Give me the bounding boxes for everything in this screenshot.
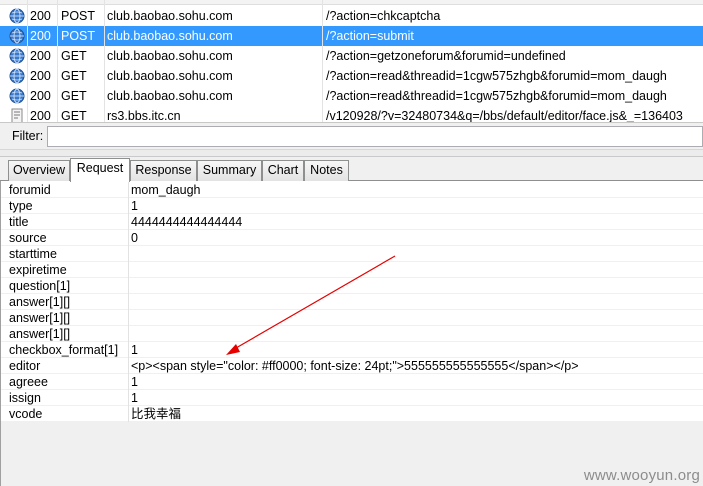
column-separator xyxy=(322,0,323,122)
param-key: answer[1][] xyxy=(9,311,71,325)
param-row[interactable]: expiretime xyxy=(1,262,703,278)
column-separator xyxy=(27,0,28,122)
param-row[interactable]: editor <p><span style="color: #ff0000; fo… xyxy=(1,358,703,374)
request-method: POST xyxy=(61,29,96,43)
param-key: expiretime xyxy=(9,263,67,277)
request-row[interactable]: 200 POST club.baobao.sohu.com /?action=subm… xyxy=(0,26,703,46)
param-value: 4444444444444444 xyxy=(131,215,243,229)
request-method: GET xyxy=(61,49,87,63)
param-value: 比我幸福 xyxy=(131,407,182,421)
list-top-edge xyxy=(0,0,703,5)
request-method: GET xyxy=(61,89,87,103)
tab-request[interactable]: Request xyxy=(70,158,130,182)
tab-overview[interactable]: Overview xyxy=(8,160,70,181)
filter-label: Filter: xyxy=(12,129,44,143)
request-path: /v120928/?v=32480734&q=/bbs/default/edit… xyxy=(326,109,683,123)
param-row[interactable]: issign 1 xyxy=(1,390,703,406)
column-separator xyxy=(57,0,58,122)
param-value: 1 xyxy=(131,391,138,405)
request-status: 200 xyxy=(30,69,51,83)
tab-notes[interactable]: Notes xyxy=(304,160,349,181)
tab-summary[interactable]: Summary xyxy=(197,160,262,181)
param-key: title xyxy=(9,215,29,229)
globe-icon xyxy=(9,88,25,104)
globe-icon xyxy=(9,8,25,24)
request-status: 200 xyxy=(30,29,51,43)
param-key: type xyxy=(9,199,33,213)
param-row[interactable]: vcode 比我幸福 xyxy=(1,406,703,422)
tab-chart[interactable]: Chart xyxy=(262,160,304,181)
tab-response[interactable]: Response xyxy=(130,160,197,181)
param-value: 1 xyxy=(131,375,138,389)
request-method: GET xyxy=(61,69,87,83)
request-status: 200 xyxy=(30,49,51,63)
request-row[interactable]: 200 GET rs3.bbs.itc.cn/v120928/?v=32480734… xyxy=(0,106,703,123)
param-row[interactable]: source 0 xyxy=(1,230,703,246)
watermark: www.wooyun.org xyxy=(583,467,700,484)
request-path: /?action=read&threadid=1cgw575zhgb&forum… xyxy=(326,69,667,83)
request-path: /?action=getzoneforum&forumid=undefined xyxy=(326,49,566,63)
param-row[interactable]: question[1] xyxy=(1,278,703,294)
param-row[interactable]: answer[1][] xyxy=(1,310,703,326)
param-key: answer[1][] xyxy=(9,327,71,341)
request-host: club.baobao.sohu.com xyxy=(107,9,233,23)
param-key: answer[1][] xyxy=(9,295,71,309)
param-key: forumid xyxy=(9,183,51,197)
globe-icon xyxy=(9,68,25,84)
param-key: issign xyxy=(9,391,41,405)
request-path: /?action=read&threadid=1cgw575zhgb&forum… xyxy=(326,89,667,103)
param-key: agreee xyxy=(9,375,48,389)
request-host: club.baobao.sohu.com xyxy=(107,69,233,83)
param-value: mom_daugh xyxy=(131,183,201,197)
request-host: club.baobao.sohu.com xyxy=(107,29,233,43)
param-value: 1 xyxy=(131,343,138,357)
param-key: question[1] xyxy=(9,279,71,293)
request-status: 200 xyxy=(30,9,51,23)
script-icon xyxy=(9,108,25,122)
param-row[interactable]: answer[1][] xyxy=(1,326,703,342)
request-path: /?action=chkcaptcha xyxy=(326,9,441,23)
param-row[interactable]: title 4444444444444444 xyxy=(1,214,703,230)
filter-input[interactable] xyxy=(47,126,703,147)
filter-bar: Filter: xyxy=(0,123,703,150)
pane-splitter[interactable] xyxy=(0,150,703,157)
tab-strip: Overview Request Response Summary Chart … xyxy=(0,157,703,182)
param-row[interactable]: answer[1][] xyxy=(1,294,703,310)
param-key: editor xyxy=(9,359,41,373)
request-row[interactable]: 200 GET club.baobao.sohu.com /?action=getzo… xyxy=(0,46,703,66)
request-host: rs3.bbs.itc.cn xyxy=(107,109,181,123)
request-host: club.baobao.sohu.com xyxy=(107,49,233,63)
request-row[interactable]: 200 POST club.baobao.sohu.com /?action=chkc… xyxy=(0,6,703,26)
request-status: 200 xyxy=(30,89,51,103)
request-method: POST xyxy=(61,9,96,23)
param-row[interactable]: agreee 1 xyxy=(1,374,703,390)
request-row[interactable]: 200 GET club.baobao.sohu.com /?action=read&… xyxy=(0,86,703,106)
param-value: <p><span style="color: #ff0000; font-siz… xyxy=(131,359,579,373)
param-key: starttime xyxy=(9,247,57,261)
request-row[interactable]: 200 GET club.baobao.sohu.com /?action=read&… xyxy=(0,66,703,86)
request-list[interactable]: 200 POST club.baobao.sohu.com /?action=chkc… xyxy=(0,0,703,123)
globe-icon xyxy=(9,48,25,64)
request-method: GET xyxy=(61,109,87,123)
param-value: 1 xyxy=(131,199,138,213)
request-host: club.baobao.sohu.com xyxy=(107,89,233,103)
param-value: 0 xyxy=(131,231,138,245)
column-separator xyxy=(104,0,105,122)
grid-column-separator xyxy=(128,181,129,422)
param-row[interactable]: forumid mom_daugh xyxy=(1,182,703,198)
param-key: checkbox_format[1] xyxy=(9,343,119,357)
request-status: 200 xyxy=(30,109,51,123)
param-row[interactable]: type 1 xyxy=(1,198,703,214)
request-params-grid: forumid mom_daughtype 1 title 44444444444444… xyxy=(0,181,703,486)
request-path: /?action=submit xyxy=(326,29,414,43)
param-row[interactable]: starttime xyxy=(1,246,703,262)
param-key: vcode xyxy=(9,407,43,421)
param-row[interactable]: checkbox_format[1] 1 xyxy=(1,342,703,358)
param-key: source xyxy=(9,231,47,245)
globe-icon xyxy=(9,28,25,44)
